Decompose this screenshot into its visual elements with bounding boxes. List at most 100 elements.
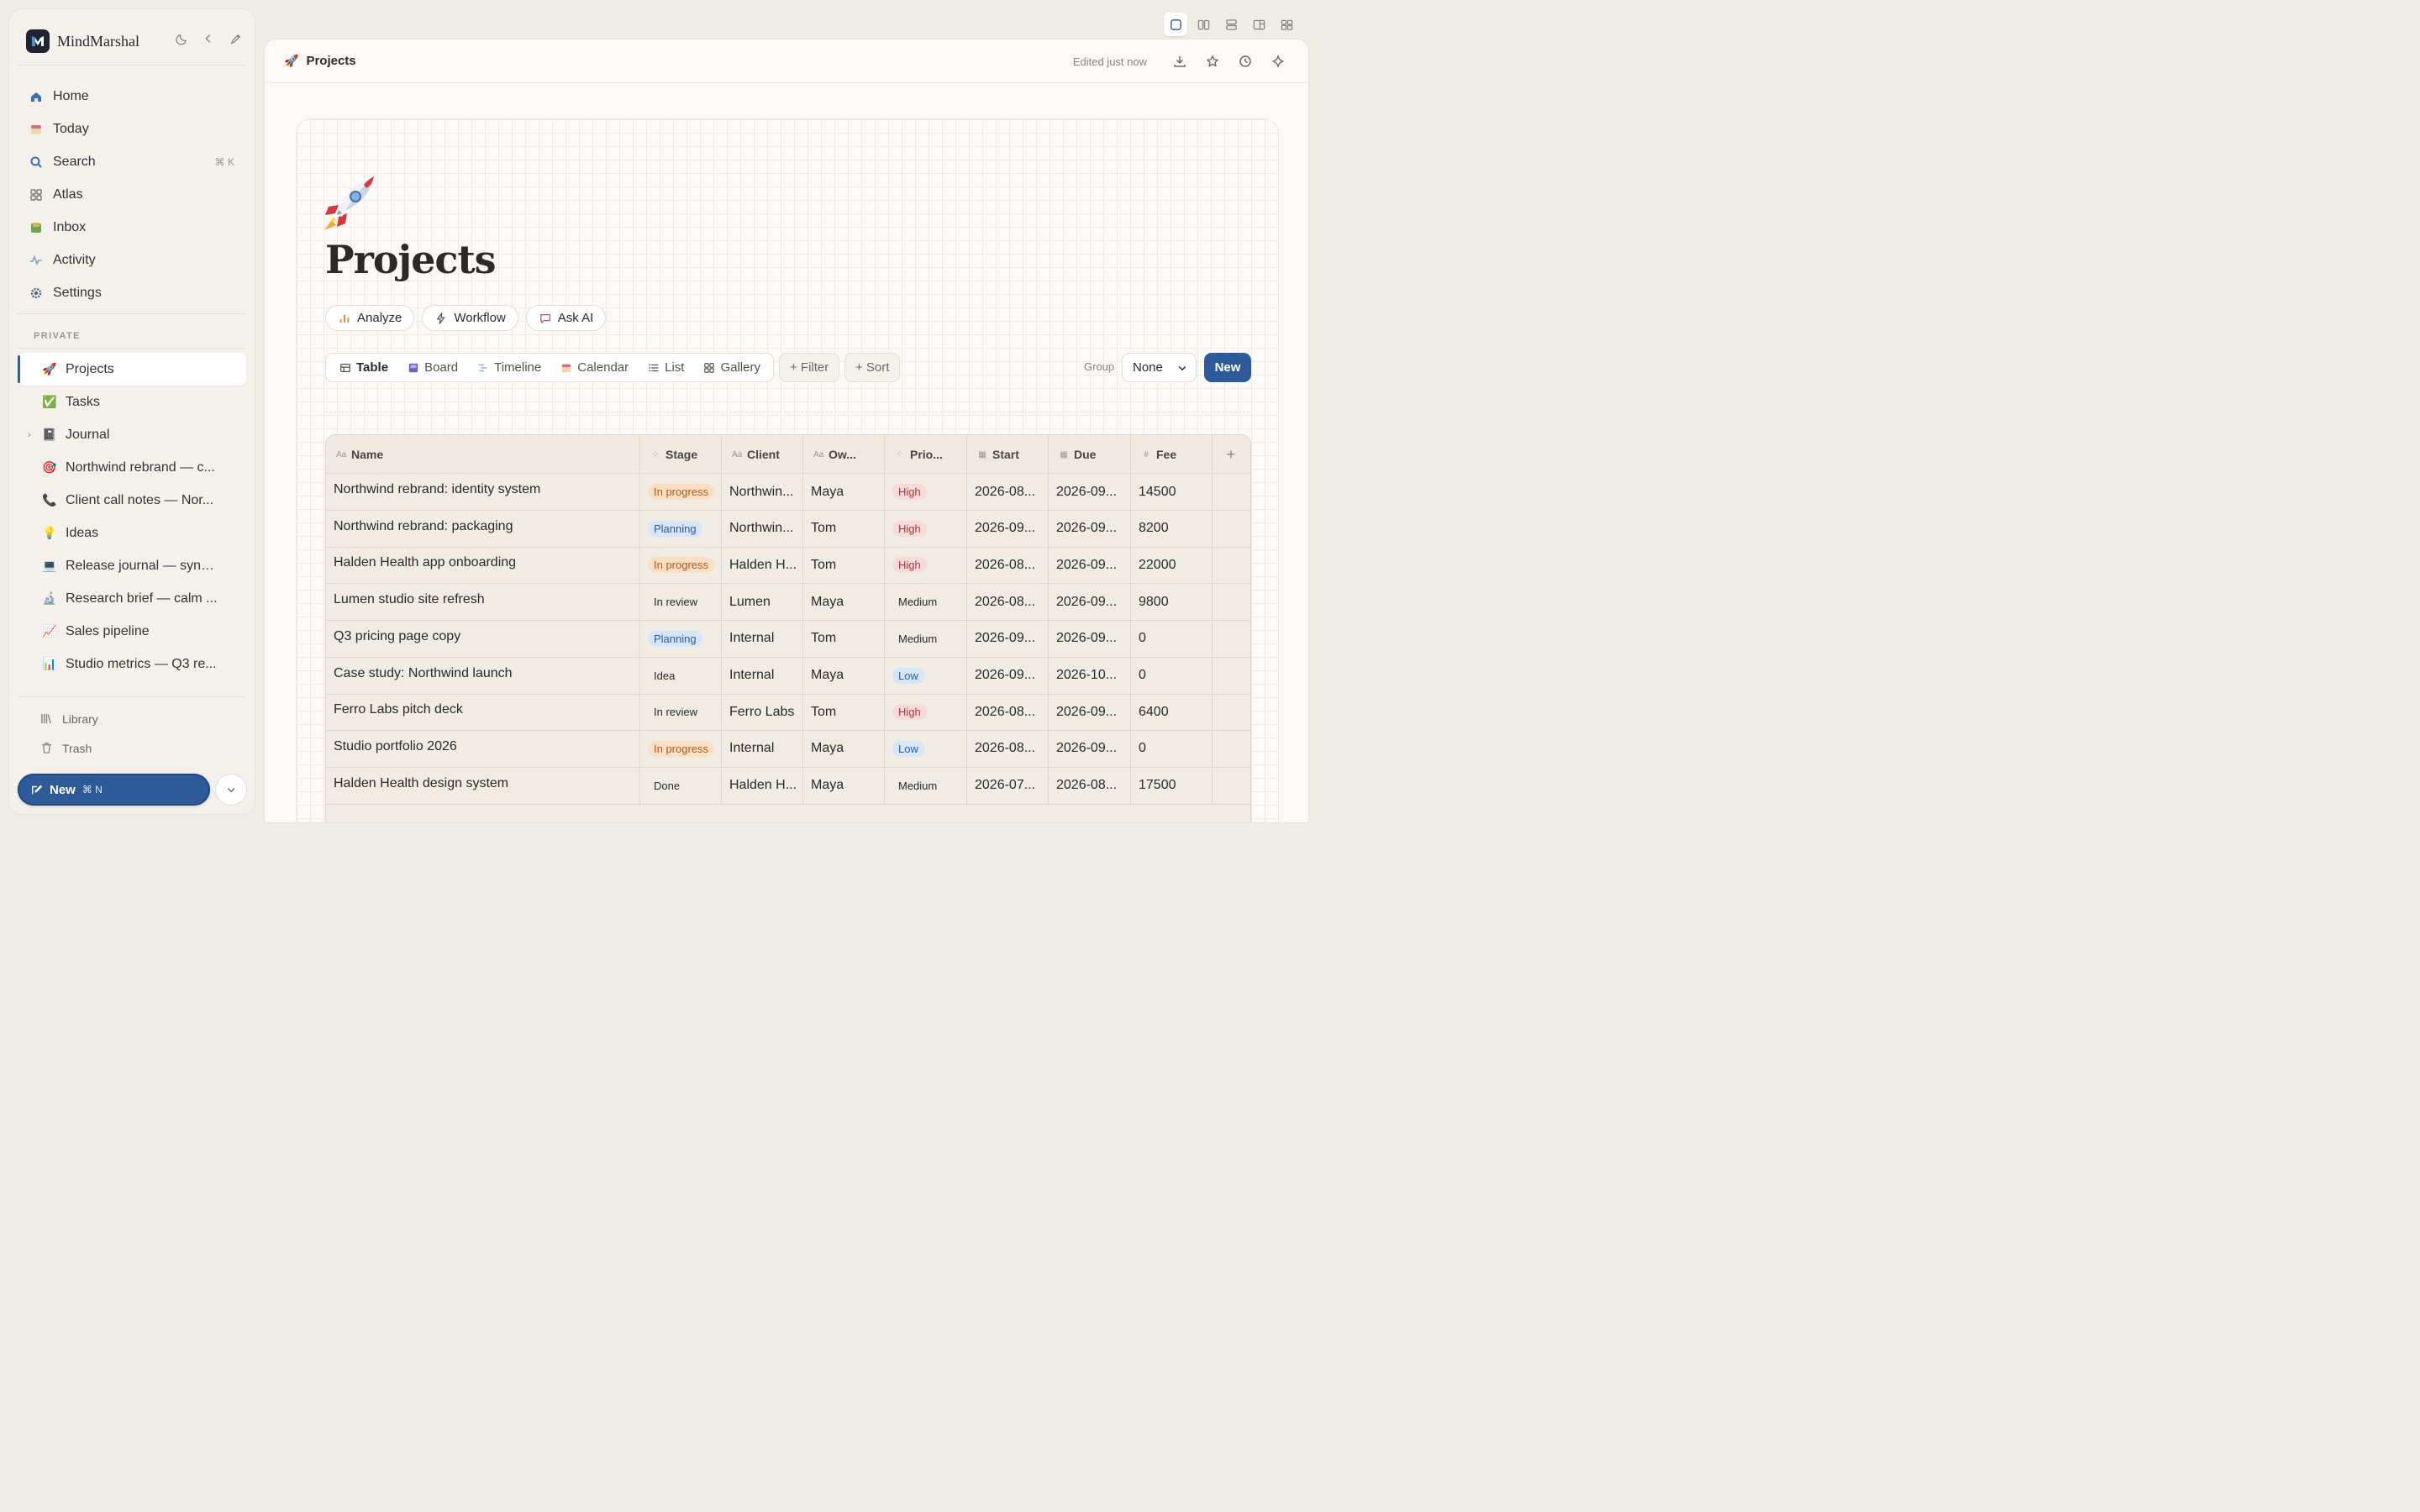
table-row[interactable]: Lumen studio site refresh In review Lumen M…: [326, 584, 1250, 622]
add-filter-button[interactable]: + Filter: [779, 353, 840, 382]
nav-item-search[interactable]: Search ⌘ K: [18, 145, 246, 178]
expand-chevron-icon[interactable]: ›: [28, 430, 31, 440]
cell-name[interactable]: Halden Health design system: [326, 767, 640, 804]
tab-timeline[interactable]: Timeline: [467, 354, 550, 381]
cell-due[interactable]: 2026-09...: [1049, 620, 1131, 657]
cell-priority[interactable]: Medium: [885, 767, 967, 804]
cell-start[interactable]: 2026-08...: [967, 730, 1049, 767]
cell-owner[interactable]: Maya: [803, 730, 885, 767]
cell-stage[interactable]: Done: [640, 767, 722, 804]
table-row[interactable]: Halden Health app onboarding In progress H…: [326, 547, 1250, 585]
cell-stage[interactable]: Planning: [640, 510, 722, 547]
cell-priority[interactable]: Low: [885, 730, 967, 767]
nav-item-atlas[interactable]: Atlas: [18, 178, 246, 211]
cell-client[interactable]: Halden H...: [722, 547, 803, 584]
tab-list[interactable]: List: [638, 354, 693, 381]
cell-due[interactable]: 2026-09...: [1049, 474, 1131, 510]
cell-name[interactable]: Q3 pricing page copy: [326, 620, 640, 657]
cell-stage[interactable]: Planning: [640, 620, 722, 657]
cell-owner[interactable]: Tom: [803, 547, 885, 584]
cell-fee[interactable]: 0: [1131, 730, 1213, 767]
cell-fee[interactable]: 17500: [1131, 767, 1213, 804]
star-icon[interactable]: [1204, 53, 1221, 70]
cell-priority[interactable]: Medium: [885, 584, 967, 621]
sidebar-page-ideas[interactable]: 💡 Ideas: [18, 517, 246, 549]
table-row[interactable]: Q3 pricing page copy Planning Internal Tom M…: [326, 620, 1250, 658]
sidebar-page-sales-pipeline[interactable]: 📈 Sales pipeline: [18, 615, 246, 648]
nav-item-inbox[interactable]: Inbox: [18, 211, 246, 244]
column-header-due[interactable]: ▦ Due: [1049, 435, 1131, 474]
analyze-button[interactable]: Analyze: [325, 305, 415, 331]
tab-board[interactable]: Board: [397, 354, 467, 381]
add-sort-button[interactable]: + Sort: [844, 353, 901, 382]
breadcrumb[interactable]: 🚀 Projects: [284, 54, 356, 68]
history-clock-icon[interactable]: [1237, 53, 1254, 70]
column-header-priority[interactable]: ⁘ Prio...: [885, 435, 967, 474]
cell-fee[interactable]: 0: [1131, 657, 1213, 694]
nav-item-settings[interactable]: Settings: [18, 276, 246, 309]
split-horizontal-layout-icon[interactable]: [1219, 13, 1243, 36]
nav-item-activity[interactable]: Activity: [18, 244, 246, 276]
split-vertical-layout-icon[interactable]: [1192, 13, 1215, 36]
sidebar-page-client-call-notes[interactable]: 📞 Client call notes — Nor...: [18, 484, 246, 517]
cell-stage[interactable]: In progress: [640, 730, 722, 767]
tab-gallery[interactable]: Gallery: [693, 354, 770, 381]
table-row[interactable]: Studio portfolio 2026 In progress Internal…: [326, 730, 1250, 768]
column-header-name[interactable]: Aa Name: [326, 435, 640, 474]
nav-item-today[interactable]: Today: [18, 113, 246, 145]
tab-table[interactable]: Table: [329, 354, 397, 381]
cell-owner[interactable]: Maya: [803, 474, 885, 510]
group-select[interactable]: None: [1122, 353, 1197, 382]
cell-owner[interactable]: Tom: [803, 620, 885, 657]
cell-client[interactable]: Northwin...: [722, 474, 803, 510]
cell-stage[interactable]: In review: [640, 584, 722, 621]
sidebar-page-projects[interactable]: 🚀 Projects: [18, 353, 246, 386]
nav-item-home[interactable]: Home: [18, 80, 246, 113]
cell-client[interactable]: Internal: [722, 657, 803, 694]
table-row[interactable]: Case study: Northwind launch Idea Internal…: [326, 657, 1250, 695]
cell-name[interactable]: Northwind rebrand: identity system: [326, 474, 640, 510]
cell-due[interactable]: 2026-09...: [1049, 547, 1131, 584]
column-header-stage[interactable]: ⁘ Stage: [640, 435, 722, 474]
tab-calendar[interactable]: Calendar: [550, 354, 638, 381]
collapse-sidebar-chevron-icon[interactable]: [201, 31, 216, 46]
cell-start[interactable]: 2026-09...: [967, 510, 1049, 547]
cell-start[interactable]: 2026-08...: [967, 694, 1049, 731]
sidepanel-layout-icon[interactable]: [1247, 13, 1270, 36]
dark-mode-moon-icon[interactable]: [174, 31, 189, 46]
cell-due[interactable]: 2026-09...: [1049, 730, 1131, 767]
cell-due[interactable]: 2026-09...: [1049, 694, 1131, 731]
cell-stage[interactable]: In progress: [640, 474, 722, 510]
cell-priority[interactable]: Medium: [885, 620, 967, 657]
cell-start[interactable]: 2026-08...: [967, 584, 1049, 621]
grid-layout-icon[interactable]: [1275, 13, 1298, 36]
sidebar-item-library[interactable]: Library: [18, 704, 246, 733]
single-pane-layout-icon[interactable]: [1164, 13, 1187, 36]
cell-fee[interactable]: 14500: [1131, 474, 1213, 510]
cell-owner[interactable]: Tom: [803, 510, 885, 547]
cell-start[interactable]: 2026-08...: [967, 547, 1049, 584]
cell-priority[interactable]: High: [885, 694, 967, 731]
cell-stage[interactable]: In review: [640, 694, 722, 731]
column-header-add[interactable]: +: [1213, 435, 1249, 474]
column-header-start[interactable]: ▦ Start: [967, 435, 1049, 474]
new-options-chevron-button[interactable]: [215, 774, 247, 806]
cell-priority[interactable]: High: [885, 510, 967, 547]
sidebar-page-release-journal[interactable]: 💻 Release journal — sync...: [18, 549, 246, 582]
cell-stage[interactable]: Idea: [640, 657, 722, 694]
cell-priority[interactable]: High: [885, 474, 967, 510]
cell-owner[interactable]: Maya: [803, 767, 885, 804]
cell-client[interactable]: Ferro Labs: [722, 694, 803, 731]
cell-priority[interactable]: High: [885, 547, 967, 584]
cell-name[interactable]: Ferro Labs pitch deck: [326, 694, 640, 731]
cell-owner[interactable]: Maya: [803, 657, 885, 694]
sidebar-page-tasks[interactable]: ✅ Tasks: [18, 386, 246, 418]
table-row[interactable]: Halden Health design system Done Halden H.…: [326, 767, 1250, 805]
column-header-owner[interactable]: Aa Ow...: [803, 435, 885, 474]
cell-due[interactable]: 2026-10...: [1049, 657, 1131, 694]
cell-owner[interactable]: Maya: [803, 584, 885, 621]
cell-start[interactable]: 2026-09...: [967, 620, 1049, 657]
cell-start[interactable]: 2026-08...: [967, 474, 1049, 510]
cell-start[interactable]: 2026-09...: [967, 657, 1049, 694]
cell-name[interactable]: Lumen studio site refresh: [326, 584, 640, 621]
